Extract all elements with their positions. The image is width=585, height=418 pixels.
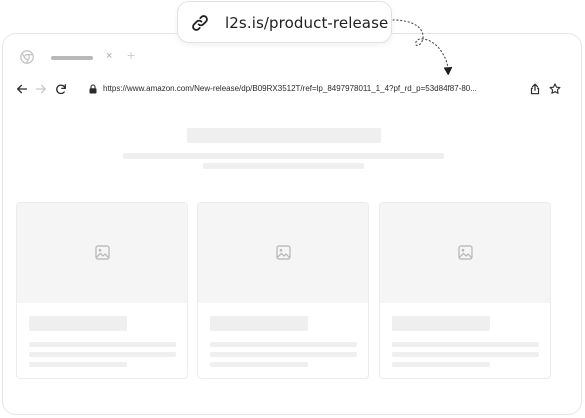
card-text-placeholder <box>29 362 127 367</box>
back-arrow-icon[interactable] <box>16 83 28 95</box>
card-text-placeholder <box>392 352 539 357</box>
reload-icon[interactable] <box>55 83 67 95</box>
share-icon[interactable] <box>529 83 541 95</box>
address-bar-url[interactable]: https://www.amazon.com/New-release/dp/B0… <box>103 84 523 94</box>
image-icon <box>276 245 291 260</box>
page-heading-placeholder <box>187 128 381 143</box>
image-icon <box>95 245 110 260</box>
card-text-placeholder <box>210 362 308 367</box>
card-title-placeholder <box>392 316 490 331</box>
card-text-placeholder <box>29 342 176 347</box>
image-icon <box>458 245 473 260</box>
browser-window: × + https://www.amazon.com/New-release/d… <box>2 33 582 415</box>
card-image-placeholder <box>380 203 550 303</box>
card-text-placeholder <box>210 342 357 347</box>
product-card[interactable] <box>16 202 188 379</box>
shortlink-text[interactable]: l2s.is/product-release <box>225 14 388 32</box>
card-image-placeholder <box>17 203 187 303</box>
shortlink-callout[interactable]: l2s.is/product-release <box>177 1 392 43</box>
bookmark-star-icon[interactable] <box>549 83 561 95</box>
card-image-placeholder <box>198 203 368 303</box>
link-icon <box>192 15 208 31</box>
tab-title-placeholder[interactable] <box>51 56 93 60</box>
product-card[interactable] <box>379 202 551 379</box>
card-text-placeholder <box>210 352 357 357</box>
page-subtitle-placeholder-line1 <box>123 153 444 159</box>
card-text-placeholder <box>392 362 490 367</box>
new-tab-button[interactable]: + <box>127 47 135 63</box>
card-title-placeholder <box>210 316 308 331</box>
dotted-arrow-icon <box>392 19 453 75</box>
tab-close-button[interactable]: × <box>106 49 112 63</box>
product-card[interactable] <box>197 202 369 379</box>
chrome-logo-icon <box>20 50 34 64</box>
card-text-placeholder <box>29 352 176 357</box>
forward-arrow-icon[interactable] <box>35 83 47 95</box>
lock-icon <box>89 84 97 94</box>
card-text-placeholder <box>392 342 539 347</box>
page-subtitle-placeholder-line2 <box>203 163 364 169</box>
card-title-placeholder <box>29 316 127 331</box>
